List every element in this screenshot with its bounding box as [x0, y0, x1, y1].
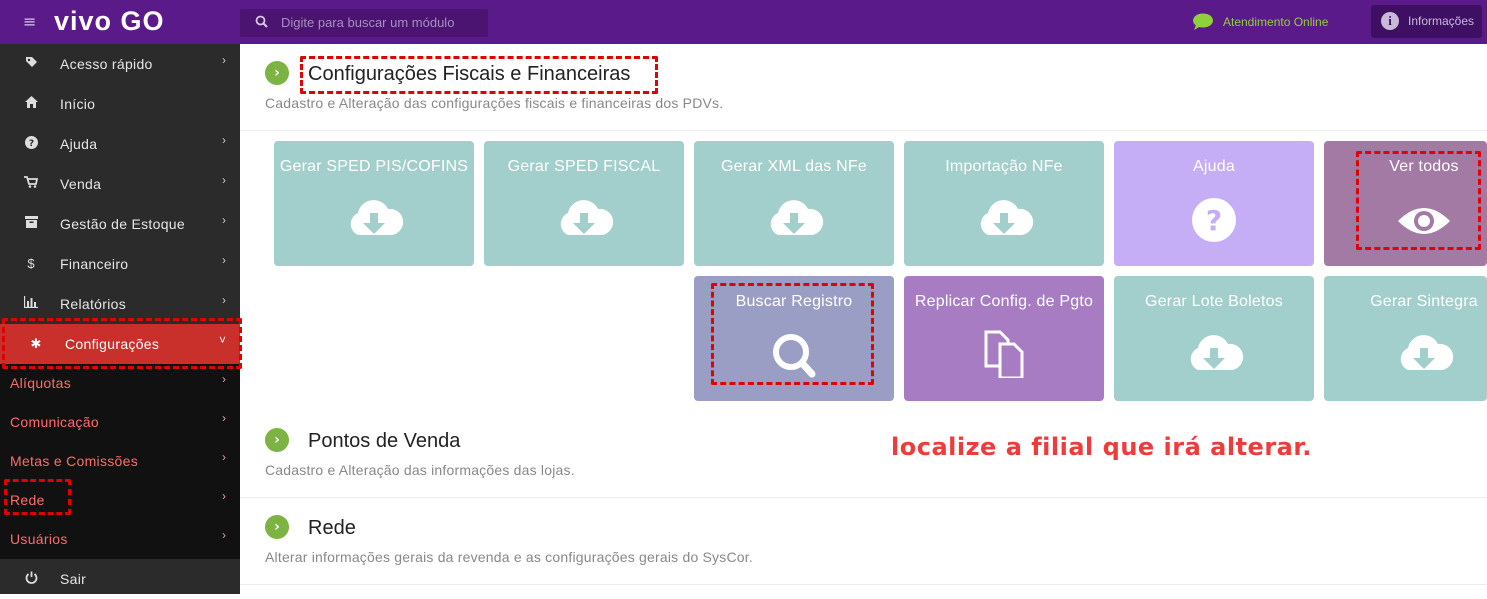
tile-replicar-config-pgto[interactable]: Replicar Config. de Pgto — [904, 276, 1104, 401]
submenu-item-aliquotas[interactable]: Alíquotas › — [0, 364, 240, 403]
annotation-highlight-configuracoes — [2, 318, 242, 369]
submenu-item-usuarios[interactable]: Usuários › — [0, 520, 240, 559]
chevron-circle-right-icon: › — [265, 428, 289, 452]
hamburger-menu-icon[interactable]: ≡ — [23, 14, 39, 30]
sidebar-item-label: Financeiro — [60, 256, 129, 272]
annotation-note: localize a filial que irá alterar. — [891, 433, 1312, 461]
top-bar: ≡ vivo GO Digite para buscar um módulo A… — [0, 0, 1487, 44]
search-placeholder: Digite para buscar um módulo — [281, 15, 455, 30]
sidebar-item-gestao-estoque[interactable]: Gestão de Estoque › — [0, 204, 240, 244]
sidebar-item-label: Sair — [60, 571, 87, 587]
chevron-circle-right-icon: › — [265, 61, 289, 85]
tile-label: Gerar Sintegra — [1370, 293, 1478, 310]
annotation-highlight-buscar-registro — [711, 283, 874, 385]
tile-gerar-sped-pis-cofins[interactable]: Gerar SPED PIS/COFINS — [274, 141, 474, 266]
annotation-highlight-ver-todos — [1356, 151, 1481, 250]
question-circle-icon: ? — [1192, 198, 1236, 242]
chevron-right-icon: › — [222, 53, 226, 67]
tile-label: Gerar SPED PIS/COFINS — [279, 158, 469, 175]
section-subtitle-rede: Alterar informações gerais da revenda e … — [265, 549, 753, 565]
question-icon: ? — [23, 136, 39, 152]
section-title-pontos-venda[interactable]: Pontos de Venda — [308, 430, 460, 453]
tile-gerar-xml-nfe[interactable]: Gerar XML das NFe — [694, 141, 894, 266]
chevron-right-icon: › — [222, 293, 226, 307]
cloud-download-icon — [1400, 335, 1454, 370]
chevron-circle-right-icon: › — [265, 515, 289, 539]
chevron-right-icon: › — [222, 372, 226, 386]
submenu-item-label: Alíquotas — [10, 375, 72, 391]
chevron-right-icon: › — [222, 173, 226, 187]
chat-label: Atendimento Online — [1223, 15, 1329, 29]
submenu-item-label: Metas e Comissões — [10, 453, 139, 469]
sidebar-item-inicio[interactable]: Início — [0, 84, 240, 124]
module-search[interactable]: Digite para buscar um módulo — [240, 9, 488, 37]
cloud-download-icon — [770, 200, 824, 235]
info-label: Informações — [1408, 14, 1475, 28]
cloud-download-icon — [1190, 335, 1244, 370]
archive-icon — [23, 216, 39, 232]
cart-icon — [23, 176, 39, 192]
sidebar-item-label: Início — [60, 96, 96, 112]
svg-text:?: ? — [28, 139, 33, 149]
section-subtitle-fiscal: Cadastro e Alteração das configurações f… — [265, 95, 724, 111]
info-button[interactable]: i Informações — [1371, 5, 1482, 38]
bar-chart-icon — [23, 296, 39, 312]
sidebar-item-label: Acesso rápido — [60, 56, 153, 72]
sidebar-item-label: Venda — [60, 176, 102, 192]
svg-text:?: ? — [1206, 204, 1222, 237]
submenu-item-label: Usuários — [10, 531, 68, 547]
section-subtitle-pontos-venda: Cadastro e Alteração das informações das… — [265, 462, 575, 478]
app-logo[interactable]: vivo GO — [54, 6, 165, 37]
cloud-download-icon — [980, 200, 1034, 235]
sidebar-item-ajuda[interactable]: ? Ajuda › — [0, 124, 240, 164]
annotation-highlight-rede — [4, 479, 71, 515]
divider — [240, 584, 1487, 585]
tile-label: Gerar XML das NFe — [721, 158, 867, 175]
sidebar-item-label: Ajuda — [60, 136, 98, 152]
cloud-download-icon — [560, 200, 614, 235]
sidebar-item-acesso-rapido[interactable]: Acesso rápido › — [0, 44, 240, 84]
dollar-icon: $ — [27, 256, 35, 271]
sidebar-item-venda[interactable]: Venda › — [0, 164, 240, 204]
tile-label: Gerar Lote Boletos — [1145, 293, 1283, 310]
home-icon — [23, 96, 39, 112]
divider — [240, 497, 1487, 498]
sidebar-item-sair[interactable]: Sair — [0, 559, 240, 599]
sidebar-item-financeiro[interactable]: $ Financeiro › — [0, 244, 240, 284]
submenu-item-label: Comunicação — [10, 414, 99, 430]
chevron-right-icon: › — [222, 450, 226, 464]
info-icon: i — [1381, 12, 1399, 30]
chevron-right-icon: › — [222, 489, 226, 503]
tile-gerar-sintegra[interactable]: Gerar Sintegra — [1324, 276, 1487, 401]
sidebar-item-label: Relatórios — [60, 296, 127, 312]
submenu-item-metas-comissoes[interactable]: Metas e Comissões › — [0, 442, 240, 481]
power-icon — [23, 571, 39, 587]
tile-importacao-nfe[interactable]: Importação NFe — [904, 141, 1104, 266]
divider — [240, 130, 1487, 131]
tile-label: Ajuda — [1193, 158, 1235, 175]
section-title-rede[interactable]: Rede — [308, 517, 356, 540]
chevron-right-icon: › — [222, 133, 226, 147]
cloud-download-icon — [350, 200, 404, 235]
tile-gerar-sped-fiscal[interactable]: Gerar SPED FISCAL — [484, 141, 684, 266]
tag-icon — [23, 56, 39, 72]
tile-label: Replicar Config. de Pgto — [914, 293, 1094, 310]
tile-gerar-lote-boletos[interactable]: Gerar Lote Boletos — [1114, 276, 1314, 401]
chevron-right-icon: › — [222, 213, 226, 227]
configuracoes-submenu: Alíquotas › Comunicação › Metas e Comiss… — [0, 364, 240, 559]
chevron-right-icon: › — [222, 411, 226, 425]
tile-label: Importação NFe — [945, 158, 1063, 175]
tile-label: Gerar SPED FISCAL — [507, 158, 661, 175]
chat-bubble-icon — [1193, 13, 1213, 30]
copy-icon — [984, 330, 1024, 378]
tile-ajuda[interactable]: Ajuda ? — [1114, 141, 1314, 266]
sidebar-item-label: Gestão de Estoque — [60, 216, 185, 232]
annotation-highlight-section-title — [300, 56, 658, 94]
submenu-item-comunicacao[interactable]: Comunicação › — [0, 403, 240, 442]
chevron-right-icon: › — [222, 253, 226, 267]
search-icon — [255, 15, 269, 29]
chevron-right-icon: › — [222, 528, 226, 542]
